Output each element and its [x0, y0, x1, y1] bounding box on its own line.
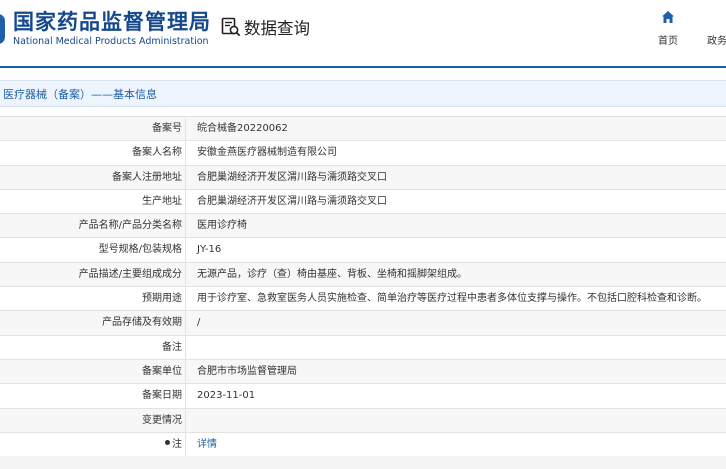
nav-government[interactable]: 政务 [707, 32, 726, 47]
page-footer-strip [0, 456, 726, 469]
row-label: 注 [172, 438, 182, 450]
table-row: 预期用途 用于诊疗室、急救室医务人员实施检查、简单治疗等医疗过程中患者多体位支撑… [0, 287, 726, 312]
row-label: 变更情况 [0, 408, 186, 432]
emblem-logo-icon [0, 14, 5, 44]
table-row: 变更情况 [0, 408, 726, 433]
table-row: 备案人注册地址 合肥巢湖经济开发区渭川路与濡须路交叉口 [0, 165, 726, 190]
pin-icon [165, 440, 170, 446]
table-row: 生产地址 合肥巢湖经济开发区渭川路与濡须路交叉口 [0, 189, 726, 215]
row-label: 备案号 [0, 117, 186, 141]
row-label: 备案人注册地址 [0, 165, 186, 189]
row-value: 安徽金燕医疗器械制造有限公司 [197, 147, 337, 159]
table-row: 备案日期 2023-11-01 [0, 384, 726, 409]
row-value: 医用诊疗椅 [197, 220, 247, 232]
row-label: 产品描述/主要组成成分 [0, 262, 186, 287]
table-row: 备案人名称 安徽金燕医疗器械制造有限公司 [0, 141, 726, 166]
nav-home[interactable]: 首页 [652, 10, 684, 47]
detail-table: 备案号 皖合械备20220062 备案人名称 安徽金燕医疗器械制造有限公司 备案… [0, 116, 726, 458]
header-divider [0, 66, 726, 68]
site-logo-subtitle[interactable]: National Medical Products Administration [13, 36, 209, 47]
row-label: 备案单位 [0, 359, 186, 384]
home-icon [662, 11, 674, 23]
row-value: JY-16 [197, 244, 222, 256]
row-label: 产品存储及有效期 [0, 311, 186, 335]
site-logo-title[interactable]: 国家药品监督管理局 [13, 6, 211, 36]
row-label: 预期用途 [0, 287, 186, 311]
row-value: 合肥市市场监督管理局 [197, 365, 297, 377]
table-row: 备案号 皖合械备20220062 [0, 117, 726, 142]
table-row: 备注 [0, 335, 726, 360]
row-value: 无源产品，诊疗（查）椅由基座、背板、坐椅和摇脚架组成。 [197, 268, 467, 280]
row-value: 皖合械备20220062 [197, 123, 288, 134]
row-value: 合肥巢湖经济开发区渭川路与濡须路交叉口 [197, 195, 387, 207]
section-title: 医疗器械（备案）——基本信息 [3, 88, 157, 101]
note-label-cell: 注 [0, 432, 186, 457]
row-value: 合肥巢湖经济开发区渭川路与濡须路交叉口 [197, 171, 387, 183]
row-value: 2023-11-01 [197, 390, 256, 402]
row-label: 备注 [0, 335, 186, 359]
row-label: 型号规格/包装规格 [0, 238, 186, 262]
row-label: 产品名称/产品分类名称 [0, 214, 186, 238]
row-value: / [197, 317, 201, 329]
table-row: 注 详情 [0, 432, 726, 458]
site-header: 国家药品监督管理局 National Medical Products Admi… [0, 0, 726, 66]
row-label: 生产地址 [0, 189, 186, 214]
section-header: 医疗器械（备案）——基本信息 [0, 80, 726, 107]
table-row: 备案单位 合肥市市场监督管理局 [0, 359, 726, 385]
nav-home-label: 首页 [658, 36, 678, 47]
row-value: 用于诊疗室、急救室医务人员实施检查、简单治疗等医疗过程中患者多体位支撑与操作。不… [197, 293, 707, 305]
table-row: 型号规格/包装规格 JY-16 [0, 238, 726, 263]
table-row: 产品描述/主要组成成分 无源产品，诊疗（查）椅由基座、背板、坐椅和摇脚架组成。 [0, 262, 726, 288]
table-row: 产品名称/产品分类名称 医用诊疗椅 [0, 214, 726, 239]
row-label: 备案人名称 [0, 141, 186, 165]
table-row: 产品存储及有效期 / [0, 311, 726, 336]
details-link[interactable]: 详情 [197, 433, 217, 456]
data-query-icon [221, 17, 241, 37]
data-query-title: 数据查询 [244, 19, 310, 38]
row-label: 备案日期 [0, 384, 186, 408]
